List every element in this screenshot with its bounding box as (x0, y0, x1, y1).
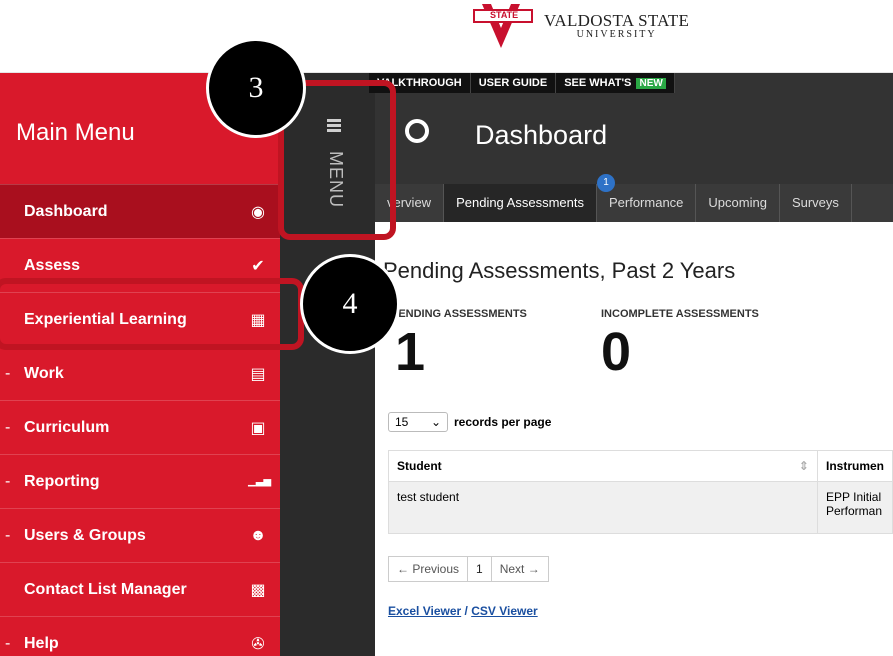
whats-new-link[interactable]: SEE WHAT'S NEW (556, 73, 675, 93)
menu-item-label: Users & Groups (24, 526, 146, 544)
menu-item-label: Help (24, 634, 59, 652)
menu-item-label: Curriculum (24, 418, 110, 436)
contact-card-icon: ▩ (250, 581, 266, 599)
dashboard-gauge-icon (405, 119, 429, 143)
whats-new-label: SEE WHAT'S (564, 77, 632, 89)
menu-item-label: Dashboard (24, 202, 108, 220)
logo-seal-text: STATE (490, 10, 519, 20)
tab-pending-assessments[interactable]: Pending Assessments (444, 184, 597, 222)
table-row[interactable]: test student EPP Initial Performan (388, 481, 893, 534)
page-1-button[interactable]: 1 (468, 556, 491, 582)
column-header-student[interactable]: Student ⇕ (388, 450, 818, 482)
new-badge: NEW (636, 78, 666, 89)
menu-item-label: Contact List Manager (24, 580, 187, 598)
incomplete-assessments-label: INCOMPLETE ASSESSMENTS (601, 308, 759, 320)
menu-list: Dashboard ◉ Assess ✔ Experiential Learni… (0, 184, 280, 656)
records-per-page: 15 ⌄ records per page (388, 412, 551, 432)
callout-3: 3 (206, 38, 306, 138)
expand-bullet: - (5, 526, 11, 544)
main-menu-title: Main Menu (16, 119, 135, 146)
column-header-instrument[interactable]: Instrumen (816, 450, 893, 482)
column-header-label: Student (397, 459, 442, 473)
page-title: Dashboard (475, 120, 608, 150)
pending-assessments-value: 1 (395, 322, 426, 382)
menu-item-work[interactable]: - Work ▤ (0, 346, 280, 400)
viewer-separator: / (461, 604, 472, 618)
pending-count-badge: 1 (597, 174, 615, 192)
records-per-page-label: records per page (454, 415, 552, 429)
university-logo[interactable]: STATE VALDOSTA STATE UNIVERSITY (468, 0, 689, 48)
sort-icon[interactable]: ⇕ (799, 459, 809, 473)
dashboard-tabs: verview Pending Assessments Performance … (375, 174, 893, 222)
book-icon: ▣ (250, 419, 266, 437)
menu-item-label: Work (24, 364, 64, 382)
pending-assessments-label: PENDING ASSESSMENTS (391, 308, 527, 320)
excel-viewer-link[interactable]: Excel Viewer (388, 604, 461, 618)
menu-item-reporting[interactable]: - Reporting ▁▃▅ (0, 454, 280, 508)
menu-item-users-groups[interactable]: - Users & Groups ☻ (0, 508, 280, 562)
check-icon: ✔ (251, 257, 265, 275)
menu-item-curriculum[interactable]: - Curriculum ▣ (0, 400, 280, 454)
expand-bullet: - (5, 418, 11, 436)
expand-bullet: - (5, 634, 11, 652)
assessments-table: Student ⇕ Instrumen test student EPP Ini… (388, 450, 893, 534)
callout-4: 4 (300, 254, 400, 354)
csv-viewer-link[interactable]: CSV Viewer (471, 604, 537, 618)
export-viewers: Excel Viewer / CSV Viewer (388, 604, 538, 618)
users-icon: ☻ (249, 526, 267, 544)
top-links-bar: VALKTHROUGH USER GUIDE SEE WHAT'S NEW (369, 73, 675, 93)
expand-bullet: - (5, 364, 11, 382)
menu-item-contact-list-manager[interactable]: Contact List Manager ▩ (0, 562, 280, 616)
records-select-value: 15 (395, 415, 409, 429)
dashboard-header: VALKTHROUGH USER GUIDE SEE WHAT'S NEW Da… (369, 73, 893, 184)
pagination: ← Previous 1 Next → (388, 556, 549, 582)
expand-bullet: - (5, 472, 11, 490)
dashboard-icon: ◉ (251, 203, 265, 221)
logo-seal: STATE (468, 0, 538, 48)
incomplete-assessments-value: 0 (601, 322, 632, 382)
header-bar: STATE VALDOSTA STATE UNIVERSITY (0, 0, 893, 73)
life-ring-icon: ✇ (251, 635, 265, 653)
highlight-box-experiential (0, 278, 304, 350)
cell-student: test student (388, 481, 818, 534)
user-guide-link[interactable]: USER GUIDE (471, 73, 557, 93)
main-content: Pending Assessments, Past 2 Years PENDIN… (375, 222, 893, 656)
previous-page-button[interactable]: ← Previous (388, 556, 469, 582)
logo-line2: UNIVERSITY (576, 29, 657, 40)
next-page-button[interactable]: Next → (490, 556, 549, 582)
chevron-down-icon: ⌄ (430, 415, 441, 429)
inbox-icon: ▤ (250, 365, 266, 383)
menu-item-label: Reporting (24, 472, 100, 490)
tab-surveys[interactable]: Surveys (780, 184, 852, 222)
menu-item-label: Assess (24, 256, 81, 274)
records-per-page-select[interactable]: 15 ⌄ (388, 412, 448, 432)
section-title: Pending Assessments, Past 2 Years (383, 258, 736, 283)
cell-instrument: EPP Initial Performan (816, 481, 893, 534)
menu-item-dashboard[interactable]: Dashboard ◉ (0, 184, 280, 238)
logo-line1: VALDOSTA STATE (544, 11, 690, 30)
tab-upcoming[interactable]: Upcoming (696, 184, 780, 222)
bar-chart-icon: ▁▃▅ (248, 476, 272, 487)
menu-item-help[interactable]: - Help ✇ (0, 616, 280, 656)
main-menu-sidebar: Main Menu Dashboard ◉ Assess ✔ Experient… (0, 73, 280, 656)
